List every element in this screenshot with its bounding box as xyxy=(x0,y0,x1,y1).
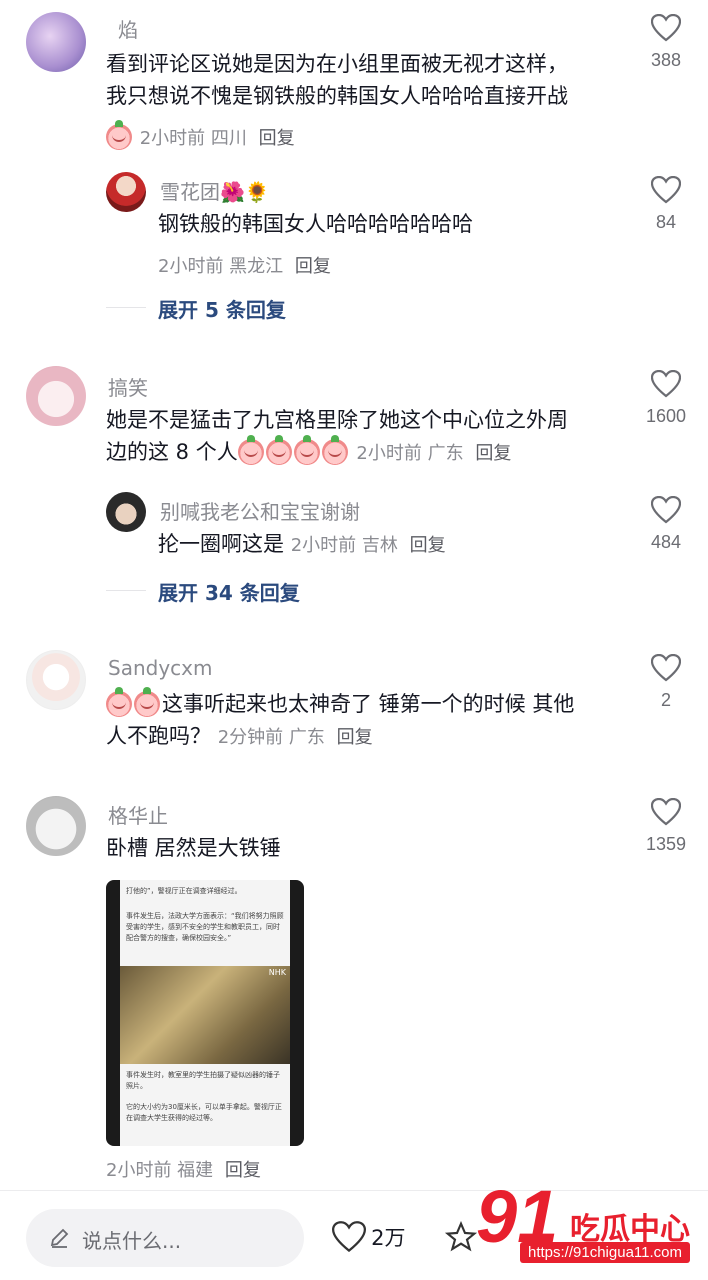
reply-text-row: 抡一圈啊这是 2小时前 吉林 回复 xyxy=(158,528,446,562)
image-text: 事件发生时，教室里的学生拍摄了疑似凶器的锤子照片。 xyxy=(126,1071,280,1090)
like-total-button[interactable]: 2万 xyxy=(331,1221,406,1253)
comment-text-fragment: 人不跑吗？ xyxy=(106,724,211,748)
comment-meta: 2小时前 广东 回复 xyxy=(356,443,511,464)
comment-meta: 2分钟前 广东 回复 xyxy=(218,727,373,748)
crying-laugh-emoji-icon xyxy=(265,435,292,465)
avatar[interactable] xyxy=(26,12,86,72)
reply-time-location: 2小时前 黑龙江 xyxy=(158,256,284,277)
like-button[interactable]: 84 xyxy=(636,176,696,233)
image-text: 它的大小约为30厘米长，可以单手拿起。警视厅正在调查大学生获得的经过等。 xyxy=(126,1103,282,1122)
watermark-url: https://91chigua11.com xyxy=(520,1242,690,1263)
comment-text: 她是不是猛击了九宫格里除了她这个中心位之外周 边的这 8 个人 2小时前 广东 … xyxy=(106,404,636,470)
comment-meta: 2小时前 四川 回复 xyxy=(106,120,295,150)
comment-text-line: 她是不是猛击了九宫格里除了她这个中心位之外周 xyxy=(106,408,568,432)
avatar[interactable] xyxy=(26,650,86,710)
comment-username[interactable]: 格华止 xyxy=(108,800,168,829)
image-photo: NHK xyxy=(120,966,290,1064)
comment-meta: 2小时前 福建 回复 xyxy=(106,1156,261,1182)
like-count: 84 xyxy=(655,212,677,232)
comment-text-line: 看到评论区说她是因为在小组里面被无视才这样， xyxy=(106,52,568,76)
divider xyxy=(106,307,146,308)
crying-laugh-emoji-icon xyxy=(237,435,264,465)
heart-icon xyxy=(651,496,681,524)
like-count: 1600 xyxy=(645,406,687,426)
reply-time-location: 2小时前 吉林 xyxy=(290,535,398,556)
reply-button[interactable]: 回复 xyxy=(225,1160,261,1181)
input-placeholder: 说点什么... xyxy=(82,1229,182,1253)
like-button[interactable]: 388 xyxy=(636,14,696,71)
comment-text: 卧槽 居然是大铁锤 xyxy=(106,836,281,860)
reply-meta: 2小时前 黑龙江 回复 xyxy=(158,252,331,278)
heart-icon xyxy=(651,654,681,682)
comment-image[interactable]: 打他的”，警视厅正在调查详细经过。 事件发生后，法政大学方面表示：“我们将努力照… xyxy=(106,880,304,1146)
crying-laugh-emoji-icon xyxy=(106,687,132,717)
comment-time-location: 2小时前 广东 xyxy=(356,443,464,464)
comment-text: 看到评论区说她是因为在小组里面被无视才这样， 我只想说不愧是钢铁般的韩国女人哈哈… xyxy=(106,48,626,112)
avatar[interactable] xyxy=(106,492,146,532)
comment-time-location: 2小时前 福建 xyxy=(106,1160,214,1181)
comment-text-line: 人不跑吗？ 2分钟前 广东 回复 xyxy=(106,720,636,754)
like-button[interactable]: 2 xyxy=(636,654,696,711)
comment-time-location: 2分钟前 广东 xyxy=(217,727,325,748)
heart-icon xyxy=(331,1221,367,1253)
like-count: 1359 xyxy=(645,834,687,854)
reply-button[interactable]: 回复 xyxy=(475,443,511,464)
comment-text-line: 我只想说不愧是钢铁般的韩国女人哈哈哈直接开战 xyxy=(106,84,568,108)
crying-laugh-emoji-icon xyxy=(134,687,160,717)
heart-icon xyxy=(651,370,681,398)
reply-meta: 2小时前 吉林 回复 xyxy=(291,535,446,556)
reply-username[interactable]: 雪花团🌺🌻 xyxy=(160,176,270,205)
like-button[interactable]: 1359 xyxy=(636,798,696,855)
reply-button[interactable]: 回复 xyxy=(410,535,446,556)
expand-replies-button[interactable]: 展开 5 条回复 xyxy=(158,294,286,323)
comment-text-fragment: 这事听起来也太神奇了 锤第一个的时候 其他 xyxy=(162,692,575,716)
reply-button[interactable]: 回复 xyxy=(337,727,373,748)
reply-button[interactable]: 回复 xyxy=(295,256,331,277)
reply-text: 抡一圈啊这是 xyxy=(158,532,284,556)
image-text: 打他的”，警视厅正在调查详细经过。 xyxy=(126,887,242,895)
image-logo: NHK xyxy=(268,968,286,977)
expand-replies-button[interactable]: 展开 34 条回复 xyxy=(158,577,300,606)
comment-username[interactable]: 焰 xyxy=(118,14,138,43)
avatar[interactable] xyxy=(26,366,86,426)
comment-text: 这事听起来也太神奇了 锤第一个的时候 其他 人不跑吗？ 2分钟前 广东 回复 xyxy=(106,687,636,754)
like-count: 388 xyxy=(650,50,682,70)
comment-text-line: 边的这 8 个人 2小时前 广东 回复 xyxy=(106,435,636,470)
comment-username[interactable]: 搞笑 xyxy=(108,372,148,401)
comment-text-line: 这事听起来也太神奇了 锤第一个的时候 其他 xyxy=(106,687,636,720)
heart-icon xyxy=(651,176,681,204)
comment-input[interactable]: 说点什么... xyxy=(26,1209,304,1267)
divider xyxy=(106,590,146,591)
crying-laugh-emoji-icon xyxy=(321,435,348,465)
reply-button[interactable]: 回复 xyxy=(259,128,295,149)
image-caption: 事件发生时，教室里的学生拍摄了疑似凶器的锤子照片。 它的大小约为30厘米长，可以… xyxy=(126,1070,286,1124)
like-button[interactable]: 1600 xyxy=(636,370,696,427)
comment-username[interactable]: Sandycxm xyxy=(108,656,212,680)
crying-laugh-emoji-icon xyxy=(293,435,320,465)
comment-text-fragment: 边的这 8 个人 xyxy=(106,440,238,464)
reply-username[interactable]: 别喊我老公和宝宝谢谢 xyxy=(160,496,360,525)
avatar[interactable] xyxy=(106,172,146,212)
like-button[interactable]: 484 xyxy=(636,496,696,553)
pencil-icon xyxy=(50,1228,69,1248)
image-text: 事件发生后，法政大学方面表示：“我们将努力照顾受害的学生，感到不安全的学生和教职… xyxy=(126,912,284,942)
comment-time-location: 2小时前 四川 xyxy=(139,128,247,149)
crying-laugh-emoji-icon xyxy=(106,120,132,150)
avatar[interactable] xyxy=(26,796,86,856)
reply-text: 钢铁般的韩国女人哈哈哈哈哈哈哈 xyxy=(158,212,473,236)
heart-icon xyxy=(651,14,681,42)
like-count: 2 xyxy=(660,690,671,710)
star-icon[interactable] xyxy=(444,1221,478,1253)
like-total-count: 2万 xyxy=(371,1226,406,1250)
site-watermark: 91 吃瓜中心 https://91chigua11.com xyxy=(474,1176,708,1280)
heart-icon xyxy=(651,798,681,826)
like-count: 484 xyxy=(650,532,682,552)
